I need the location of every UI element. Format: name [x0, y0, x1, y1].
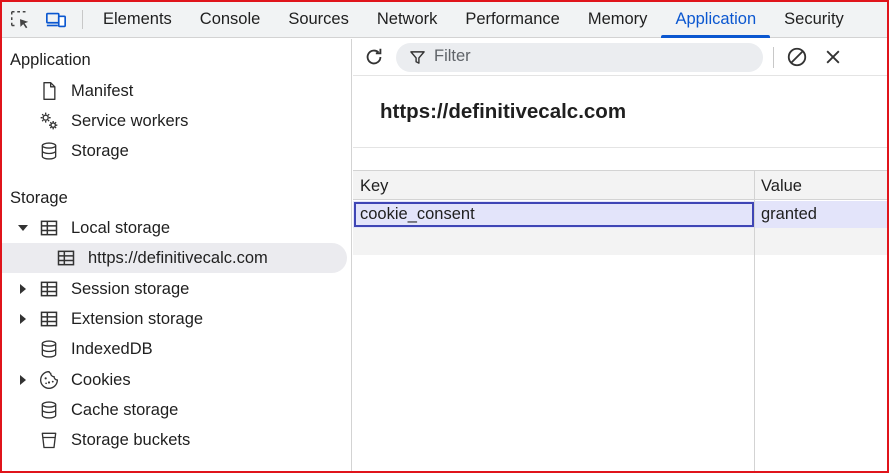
sidebar-item-label: https://definitivecalc.com: [88, 248, 268, 267]
device-icon: [46, 12, 66, 27]
sidebar-item-storage-buckets[interactable]: Storage buckets: [2, 425, 347, 455]
sidebar-item-label: Storage: [71, 141, 129, 160]
tab-network[interactable]: Network: [363, 2, 452, 37]
application-sidebar: Application Manifest Service workers Sto…: [2, 39, 352, 471]
delete-selected-button[interactable]: [821, 45, 845, 69]
tab-sources[interactable]: Sources: [274, 2, 363, 37]
filter-box: [396, 43, 763, 72]
database-icon: [38, 140, 60, 162]
sidebar-item-local-storage[interactable]: Local storage: [2, 213, 347, 243]
bucket-icon: [38, 429, 60, 451]
expand-arrow-down-icon[interactable]: [18, 223, 28, 233]
tabbar-separator: [82, 10, 83, 29]
sidebar-item-label: Manifest: [71, 81, 134, 100]
filter-icon: [410, 50, 425, 70]
refresh-button[interactable]: [362, 45, 386, 69]
column-divider[interactable]: [754, 171, 755, 471]
sidebar-item-cookies[interactable]: Cookies: [2, 365, 347, 395]
cookie-icon: [38, 369, 60, 391]
filter-input[interactable]: [434, 47, 754, 66]
sidebar-item-label: Local storage: [71, 218, 171, 237]
tab-application[interactable]: Application: [661, 2, 770, 38]
close-icon: [826, 50, 840, 64]
sidebar-item-session-storage[interactable]: Session storage: [2, 274, 347, 304]
tab-console[interactable]: Console: [186, 2, 275, 37]
inspect-icon: [11, 10, 29, 28]
sidebar-item-label: Extension storage: [71, 309, 204, 328]
table-row[interactable]: cookie_consent granted: [353, 201, 887, 228]
column-header-value[interactable]: Value: [761, 177, 802, 196]
file-icon: [38, 80, 60, 102]
sidebar-item-service-workers[interactable]: Service workers: [2, 106, 347, 136]
table-icon: [55, 247, 77, 269]
expand-arrow-right-icon[interactable]: [18, 284, 28, 294]
sidebar-item-local-storage-origin[interactable]: https://definitivecalc.com: [2, 243, 347, 273]
sidebar-item-label: Storage buckets: [71, 430, 191, 449]
sidebar-item-label: Session storage: [71, 279, 190, 298]
devtools-tabbar: Elements Console Sources Network Perform…: [2, 2, 887, 38]
table-icon: [38, 308, 60, 330]
device-toolbar-button[interactable]: [38, 2, 74, 37]
row-key: cookie_consent: [360, 205, 475, 223]
tab-memory[interactable]: Memory: [574, 2, 662, 37]
table-icon: [38, 217, 60, 239]
inspect-element-button[interactable]: [2, 2, 38, 37]
section-title-storage: Storage: [10, 189, 68, 207]
tab-elements[interactable]: Elements: [89, 2, 186, 37]
devtools-window: Elements Console Sources Network Perform…: [0, 0, 889, 473]
row-value: granted: [761, 205, 817, 223]
clear-all-button[interactable]: [785, 45, 809, 69]
sidebar-item-label: Cache storage: [71, 400, 179, 419]
empty-table-row[interactable]: [353, 228, 887, 255]
local-storage-panel: https://definitivecalc.com Key Value coo…: [353, 39, 887, 471]
sidebar-item-label: Cookies: [71, 370, 131, 389]
sidebar-item-label: Service workers: [71, 111, 189, 130]
gears-icon: [38, 110, 60, 132]
block-icon: [787, 47, 807, 67]
sidebar-item-manifest[interactable]: Manifest: [2, 76, 347, 106]
sidebar-item-cache-storage[interactable]: Cache storage: [2, 395, 347, 425]
expand-arrow-right-icon[interactable]: [18, 375, 28, 385]
sidebar-item-storage[interactable]: Storage: [2, 136, 347, 166]
sidebar-item-label: IndexedDB: [71, 339, 153, 358]
origin-title: https://definitivecalc.com: [380, 100, 627, 123]
storage-data-grid: Key Value cookie_consent granted: [353, 170, 887, 471]
refresh-icon: [366, 48, 382, 65]
sidebar-item-extension-storage[interactable]: Extension storage: [2, 304, 347, 334]
section-title-application: Application: [10, 51, 91, 69]
origin-divider: [353, 147, 887, 148]
tab-security[interactable]: Security: [770, 2, 858, 37]
table-icon: [38, 278, 60, 300]
tab-performance[interactable]: Performance: [451, 2, 573, 37]
expand-arrow-right-icon[interactable]: [18, 314, 28, 324]
storage-toolbar: [353, 39, 887, 76]
grid-header: Key Value: [353, 171, 887, 200]
column-header-key[interactable]: Key: [360, 177, 388, 196]
database-icon: [38, 399, 60, 421]
database-icon: [38, 338, 60, 360]
sidebar-item-indexeddb[interactable]: IndexedDB: [2, 334, 347, 364]
toolbar-separator: [773, 47, 774, 68]
